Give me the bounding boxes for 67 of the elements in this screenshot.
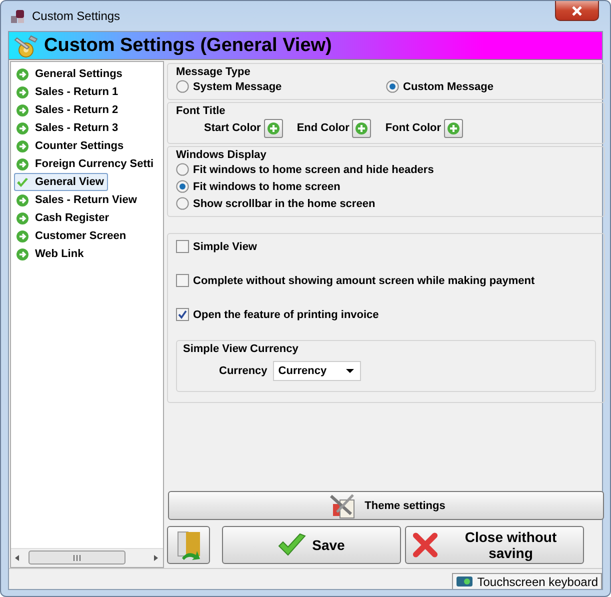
checkmark-icon [16,176,29,188]
caret-icon [346,369,354,373]
plus-icon [266,122,280,134]
arrow-icon [16,104,29,116]
tree-item[interactable]: General View [14,173,108,191]
close-button[interactable] [555,1,599,21]
radio-label[interactable]: Show scrollbar in the home screen [193,198,376,210]
radio-button[interactable] [176,80,189,93]
color-picker-button[interactable] [352,118,372,138]
color-picker-button[interactable] [264,118,283,138]
arrow-icon [16,194,29,206]
plus-icon [355,122,368,134]
save-button[interactable]: Save [222,526,401,564]
arrow-icon [16,212,29,224]
arrow-icon [16,122,29,134]
tree-item[interactable]: General Settings [14,65,126,83]
radio-button[interactable] [176,180,189,193]
tree-item[interactable]: Sales - Return View [14,191,141,209]
close-icon [412,532,438,558]
tree-item[interactable]: Foreign Currency Setti [14,155,158,173]
checkbox-label[interactable]: Simple View [193,240,257,252]
radio-button[interactable] [386,80,399,93]
arrow-icon [16,158,29,170]
checkbox[interactable] [176,308,189,321]
checkbox-label[interactable]: Complete without showing amount screen while making payment [193,274,535,286]
radio-label[interactable]: System Message [193,80,282,92]
color-label: End Color [296,122,350,134]
theme-settings-button[interactable]: Theme settings [168,491,604,520]
checkbox-label[interactable]: Open the feature of printing invoice [193,308,379,320]
group-title: Message Type [176,66,252,78]
tree-item[interactable]: Cash Register [14,209,113,227]
tree-item[interactable]: Sales - Return 3 [14,119,122,137]
radio-button[interactable] [176,197,189,210]
window-title: Custom Settings [32,9,122,23]
arrow-icon [16,86,29,98]
banner-title: Custom Settings (General View) [44,34,332,56]
close-icon [571,6,583,16]
keyboard-icon [456,576,474,587]
radio-label[interactable]: Fit windows to home screen [193,180,340,192]
radio-label[interactable]: Fit windows to home screen and hide headers [193,164,434,176]
currency-dropdown[interactable]: Currency [273,361,362,381]
group-title: Windows Display [176,149,268,161]
color-label: Font Color [385,122,442,134]
arrow-icon [16,140,29,152]
checkbox[interactable] [176,240,189,253]
touchscreen-keyboard-button[interactable]: Touchscreen keyboard [452,573,602,589]
radio-button[interactable] [176,163,189,176]
tree-item[interactable]: Web Link [14,245,88,263]
radio-label[interactable]: Custom Message [403,80,494,92]
close-without-saving-button[interactable]: Close without saving [405,526,584,564]
exit-button[interactable] [167,526,210,564]
app-icon [10,8,26,24]
arrow-icon [16,68,29,80]
group-title: Simple View Currency [183,343,300,355]
tree-item[interactable]: Customer Screen [14,227,130,245]
field-label: Currency [219,365,268,377]
color-picker-button[interactable] [444,118,464,138]
group-title: Font Title [176,105,226,117]
checkmark-icon [278,532,306,558]
tree-item[interactable]: Counter Settings [14,137,128,155]
arrow-icon [16,230,29,242]
tree-item[interactable]: Sales - Return 2 [14,101,122,119]
tree-item[interactable]: Sales - Return 1 [14,83,122,101]
checkbox[interactable] [176,274,189,287]
color-label: Start Color [204,122,261,134]
arrow-icon [16,248,29,260]
plus-icon [447,122,460,134]
